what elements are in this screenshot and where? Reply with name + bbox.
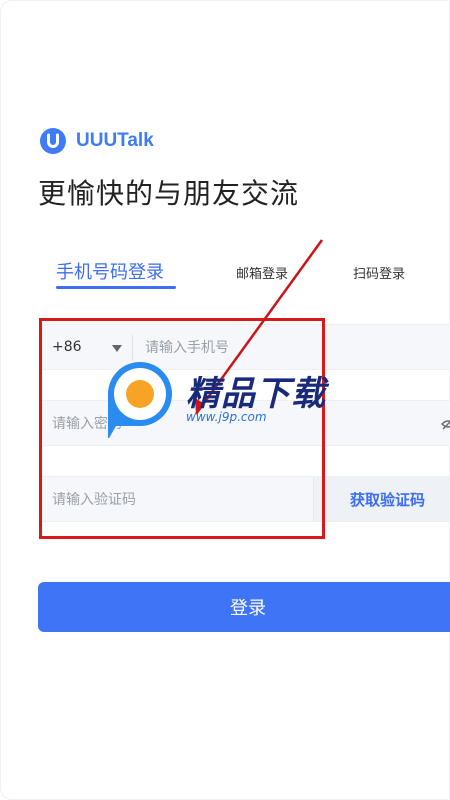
tab-qr-login[interactable]: 扫码登录 <box>353 263 405 282</box>
uuutalk-logo-icon <box>40 128 66 154</box>
get-code-button[interactable]: 获取验证码 <box>313 477 450 521</box>
active-tab-underline <box>56 286 176 289</box>
tab-email-login[interactable]: 邮箱登录 <box>236 263 288 282</box>
chevron-down-icon[interactable] <box>112 345 122 352</box>
password-input[interactable] <box>52 414 422 434</box>
brand: UUUTalk <box>40 128 154 154</box>
password-row <box>40 400 450 446</box>
brand-name: UUUTalk <box>76 130 154 151</box>
verification-row: 获取验证码 <box>40 476 450 522</box>
verification-code-input[interactable] <box>52 490 302 510</box>
login-tabs: 手机号码登录 邮箱登录 扫码登录 <box>56 258 436 292</box>
phone-input[interactable] <box>145 338 445 358</box>
login-button[interactable]: 登录 <box>38 582 450 632</box>
eye-off-icon[interactable] <box>441 417 450 431</box>
country-code-select[interactable]: +86 <box>52 339 82 355</box>
phone-row: +86 <box>40 324 450 370</box>
divider <box>132 335 133 361</box>
page-title: 更愉快的与朋友交流 <box>38 177 300 210</box>
login-card: UUUTalk 更愉快的与朋友交流 手机号码登录 邮箱登录 扫码登录 +86 获… <box>0 0 450 800</box>
tab-phone-login[interactable]: 手机号码登录 <box>56 258 176 289</box>
tab-phone-login-label: 手机号码登录 <box>56 262 164 283</box>
